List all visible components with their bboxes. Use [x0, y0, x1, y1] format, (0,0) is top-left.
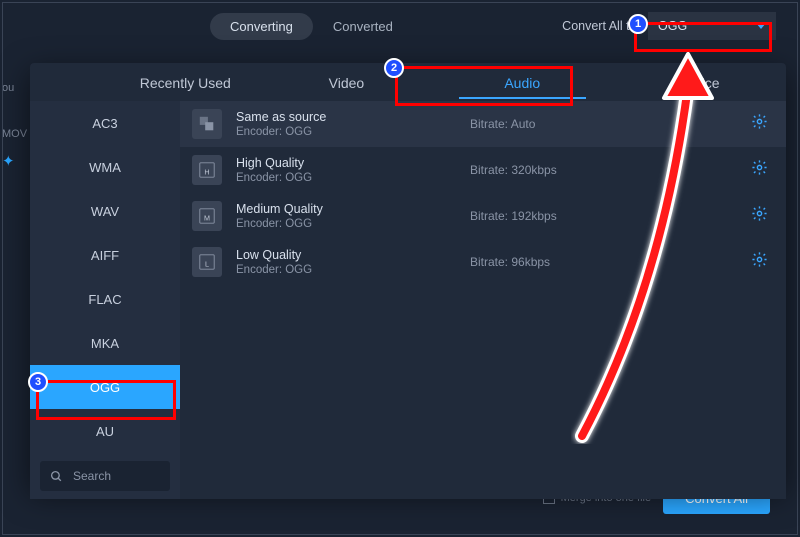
panel-tab-device[interactable]: Device: [610, 63, 786, 101]
preset-icon: L: [192, 247, 222, 277]
profile-encoder: Encoder: OGG: [236, 126, 436, 138]
gear-icon[interactable]: [751, 113, 768, 135]
annotation-badge-1: 1: [628, 14, 648, 34]
gear-icon[interactable]: [751, 251, 768, 273]
profile-encoder: Encoder: OGG: [236, 218, 436, 230]
profile-row[interactable]: M Medium Quality Encoder: OGG Bitrate: 1…: [180, 193, 786, 239]
annotation-badge-2: 2: [384, 58, 404, 78]
sidebar-item-aiff[interactable]: AIFF: [30, 233, 180, 277]
profile-name: Low Quality: [236, 248, 436, 262]
panel-tab-audio[interactable]: Audio: [434, 63, 610, 101]
sidebar-item-wav[interactable]: WAV: [30, 189, 180, 233]
sidebar-item-au[interactable]: AU: [30, 409, 180, 453]
profile-row[interactable]: H High Quality Encoder: OGG Bitrate: 320…: [180, 147, 786, 193]
panel-tab-recent[interactable]: Recently Used: [112, 63, 259, 101]
panel-tab-video[interactable]: Video: [259, 63, 435, 101]
sidebar-item-mka[interactable]: MKA: [30, 321, 180, 365]
sidebar-item-ac3[interactable]: AC3: [30, 101, 180, 145]
sidebar-item-wma[interactable]: WMA: [30, 145, 180, 189]
profile-row[interactable]: L Low Quality Encoder: OGG Bitrate: 96kb…: [180, 239, 786, 285]
profile-row[interactable]: Same as source Encoder: OGG Bitrate: Aut…: [180, 101, 786, 147]
chevron-down-icon: [756, 23, 766, 29]
svg-text:M: M: [204, 214, 210, 223]
gear-icon[interactable]: [751, 205, 768, 227]
format-panel: Recently Used Video Audio Device AC3 WMA…: [30, 63, 786, 487]
sidebar-item-flac[interactable]: FLAC: [30, 277, 180, 321]
gear-icon[interactable]: [751, 159, 768, 181]
profile-bitrate: Bitrate: Auto: [470, 117, 535, 131]
format-sidebar: AC3 WMA WAV AIFF FLAC MKA OGG AU Search: [30, 101, 180, 499]
convert-all-value: OGG: [658, 19, 687, 33]
convert-all-dropdown[interactable]: OGG: [648, 12, 776, 40]
top-bar: Converting Converted Convert All to: OGG: [0, 0, 800, 52]
profile-bitrate: Bitrate: 320kbps: [470, 163, 557, 177]
search-icon: [50, 470, 63, 483]
profile-encoder: Encoder: OGG: [236, 264, 436, 276]
tab-converted[interactable]: Converted: [313, 13, 413, 40]
sidebar-item-ogg[interactable]: OGG: [30, 365, 180, 409]
profile-list: Same as source Encoder: OGG Bitrate: Aut…: [180, 101, 786, 499]
panel-tabs: Recently Used Video Audio Device: [30, 63, 786, 101]
left-column-peek: ou MOV ✦: [0, 78, 28, 174]
profile-bitrate: Bitrate: 96kbps: [470, 255, 550, 269]
profile-name: Same as source: [236, 110, 436, 124]
profile-name: High Quality: [236, 156, 436, 170]
convert-all-group: Convert All to: OGG: [562, 12, 776, 40]
profile-bitrate: Bitrate: 192kbps: [470, 209, 557, 223]
search-placeholder: Search: [73, 469, 111, 483]
svg-text:H: H: [204, 168, 209, 177]
tab-converting[interactable]: Converting: [210, 13, 313, 40]
top-tabs: Converting Converted: [210, 13, 413, 40]
preset-icon: [192, 109, 222, 139]
profile-encoder: Encoder: OGG: [236, 172, 436, 184]
annotation-badge-3: 3: [28, 372, 48, 392]
profile-name: Medium Quality: [236, 202, 436, 216]
preset-icon: H: [192, 155, 222, 185]
search-input[interactable]: Search: [40, 461, 170, 491]
svg-text:L: L: [205, 260, 209, 269]
preset-icon: M: [192, 201, 222, 231]
